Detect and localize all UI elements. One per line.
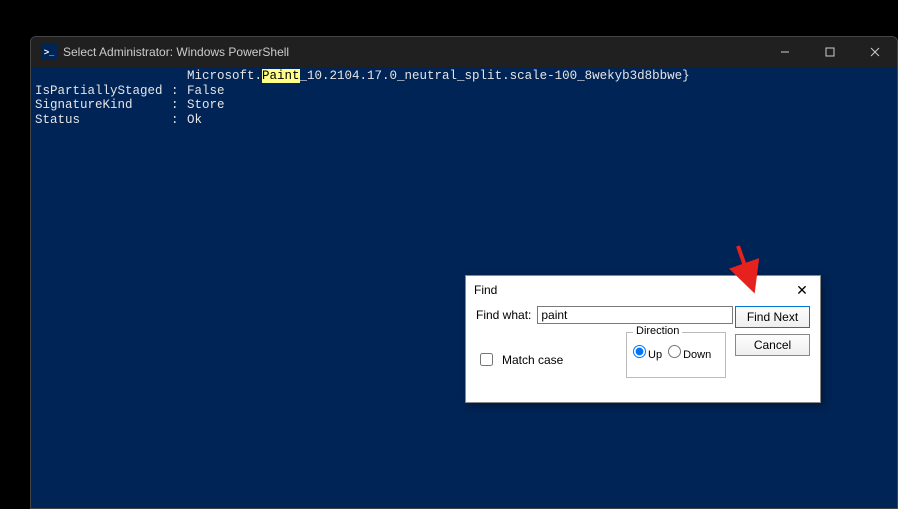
find-dialog-title: Find — [474, 283, 792, 297]
find-dialog: Find ✕ Find what: Find Next Cancel Match… — [465, 275, 821, 403]
find-what-input[interactable] — [537, 306, 733, 324]
match-case-checkbox[interactable]: Match case — [476, 350, 563, 369]
find-dialog-titlebar[interactable]: Find ✕ — [466, 276, 820, 304]
direction-up[interactable]: Up — [633, 345, 662, 361]
titlebar[interactable]: >_ Select Administrator: Windows PowerSh… — [31, 37, 897, 67]
match-case-input[interactable] — [480, 353, 493, 366]
direction-down[interactable]: Down — [668, 345, 711, 361]
direction-group: Direction Up Down — [626, 332, 726, 378]
close-icon[interactable]: ✕ — [792, 280, 812, 300]
direction-down-radio[interactable] — [668, 345, 681, 358]
match-case-label: Match case — [502, 353, 563, 367]
window-title: Select Administrator: Windows PowerShell — [63, 45, 289, 59]
close-button[interactable] — [852, 37, 897, 67]
direction-legend: Direction — [633, 325, 682, 337]
direction-up-radio[interactable] — [633, 345, 646, 358]
powershell-window: >_ Select Administrator: Windows PowerSh… — [30, 36, 898, 509]
find-next-button[interactable]: Find Next — [735, 306, 810, 328]
powershell-icon: >_ — [41, 44, 57, 60]
find-what-label: Find what: — [476, 308, 531, 322]
minimize-button[interactable] — [762, 37, 807, 67]
maximize-button[interactable] — [807, 37, 852, 67]
terminal-output[interactable]: Microsoft.Paint_10.2104.17.0_neutral_spl… — [31, 67, 897, 129]
cancel-button[interactable]: Cancel — [735, 334, 810, 356]
